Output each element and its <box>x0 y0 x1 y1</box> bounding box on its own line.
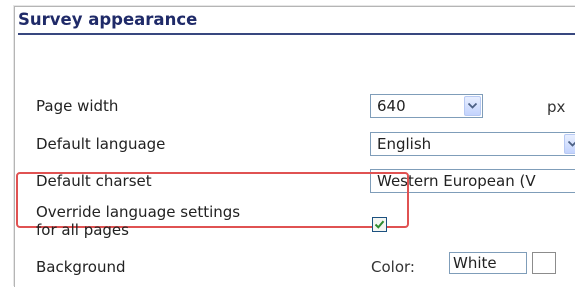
background-color-label: Color: <box>371 258 415 276</box>
page-width-unit: px <box>547 98 566 116</box>
chevron-down-icon[interactable] <box>464 96 481 116</box>
override-label-line1: Override language settings <box>36 203 241 221</box>
section-title: Survey appearance <box>18 10 198 29</box>
page-width-select[interactable]: 640 <box>370 94 483 118</box>
override-label-line2: for all pages <box>36 221 129 239</box>
chevron-down-icon[interactable] <box>564 134 575 154</box>
default-language-value: English <box>377 135 432 153</box>
title-divider <box>18 33 575 35</box>
override-checkbox[interactable] <box>372 217 387 232</box>
default-language-label: Default language <box>36 135 166 153</box>
page-width-value: 640 <box>377 97 406 115</box>
checkmark-icon <box>374 220 385 229</box>
background-label: Background <box>36 258 126 276</box>
default-language-select[interactable]: English <box>370 132 575 156</box>
page-width-label: Page width <box>36 97 119 115</box>
